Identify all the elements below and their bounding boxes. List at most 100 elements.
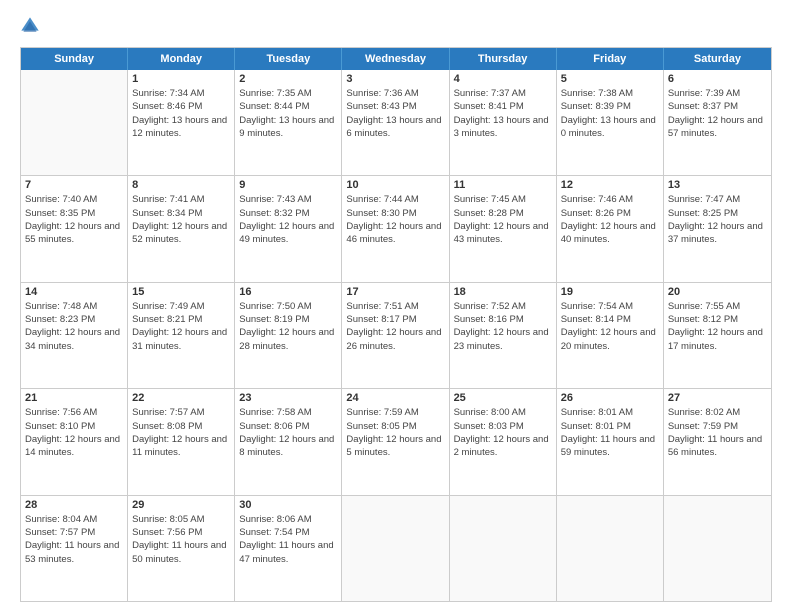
sunset-text: Sunset: 8:10 PM xyxy=(25,421,95,432)
day-number: 25 xyxy=(454,392,552,404)
day-cell-13: 13Sunrise: 7:47 AMSunset: 8:25 PMDayligh… xyxy=(664,176,771,281)
calendar-row-0: 1Sunrise: 7:34 AMSunset: 8:46 PMDaylight… xyxy=(21,70,771,175)
sunset-text: Sunset: 8:08 PM xyxy=(132,421,202,432)
calendar-header: SundayMondayTuesdayWednesdayThursdayFrid… xyxy=(21,48,771,70)
day-info: Sunrise: 7:54 AM Sunset: 8:14 PM Daylight:… xyxy=(561,300,659,353)
day-info: Sunrise: 8:04 AMSunset: 7:57 PMDaylight:… xyxy=(25,513,123,566)
sunrise-text: Sunrise: 7:40 AM xyxy=(25,194,97,205)
day-info: Sunrise: 7:56 AM Sunset: 8:10 PM Daylight:… xyxy=(25,406,123,459)
page: SundayMondayTuesdayWednesdayThursdayFrid… xyxy=(0,0,792,612)
day-cell-17: 17Sunrise: 7:51 AMSunset: 8:17 PMDayligh… xyxy=(342,283,449,388)
sunrise-text: Sunrise: 7:46 AM xyxy=(561,194,633,205)
sunrise-text: Sunrise: 8:02 AM xyxy=(668,407,740,418)
sunset-text: Sunset: 8:28 PM xyxy=(454,208,524,219)
sunrise-text: Sunrise: 7:50 AM xyxy=(239,301,311,312)
sunrise-text: Sunrise: 8:05 AM xyxy=(132,514,204,525)
daylight-text: Daylight: 13 hours and 6 minutes. xyxy=(346,115,441,139)
day-cell-24: 24 Sunrise: 7:59 AMSunset: 8:05 PMDayligh… xyxy=(342,389,449,494)
day-number: 17 xyxy=(346,286,444,298)
day-cell-16: 16Sunrise: 7:50 AMSunset: 8:19 PMDayligh… xyxy=(235,283,342,388)
day-number: 24 xyxy=(346,392,444,404)
sunset-text: Sunset: 8:34 PM xyxy=(132,208,202,219)
daylight-text: Daylight: 12 hours and 34 minutes. xyxy=(25,327,120,351)
day-number: 15 xyxy=(132,286,230,298)
day-number: 23 xyxy=(239,392,337,404)
day-info: Sunrise: 7:57 AMSunset: 8:08 PMDaylight:… xyxy=(132,406,230,459)
sunset-text: Sunset: 7:59 PM xyxy=(668,421,738,432)
daylight-text: Daylight: 12 hours and 26 minutes. xyxy=(346,327,441,351)
sunset-text: Sunset: 7:54 PM xyxy=(239,527,309,538)
day-cell-5: 5 Sunrise: 7:38 AM Sunset: 8:39 PM Daylight… xyxy=(557,70,664,175)
daylight-text: Daylight: 13 hours and 0 minutes. xyxy=(561,115,656,139)
sunrise-text: Sunrise: 7:38 AM xyxy=(561,88,633,99)
daylight-text: Daylight: 12 hours and 11 minutes. xyxy=(132,434,227,458)
day-cell-12: 12Sunrise: 7:46 AMSunset: 8:26 PMDayligh… xyxy=(557,176,664,281)
day-cell-14: 14Sunrise: 7:48 AMSunset: 8:23 PMDayligh… xyxy=(21,283,128,388)
day-number: 8 xyxy=(132,179,230,191)
day-info: Sunrise: 7:35 AMSunset: 8:44 PMDaylight:… xyxy=(239,87,337,140)
day-info: Sunrise: 7:36 AMSunset: 8:43 PMDaylight:… xyxy=(346,87,444,140)
daylight-text: Daylight: 12 hours and 17 minutes. xyxy=(668,327,763,351)
day-info: Sunrise: 7:41 AMSunset: 8:34 PMDaylight:… xyxy=(132,193,230,246)
header-day-wednesday: Wednesday xyxy=(342,48,449,70)
day-info: Sunrise: 7:59 AMSunset: 8:05 PMDaylight:… xyxy=(346,406,444,459)
daylight-text: Daylight: 12 hours and 2 minutes. xyxy=(454,434,549,458)
sunrise-text: Sunrise: 7:44 AM xyxy=(346,194,418,205)
sunrise-text: Sunrise: 7:52 AM xyxy=(454,301,526,312)
day-cell-3: 3Sunrise: 7:36 AMSunset: 8:43 PMDaylight… xyxy=(342,70,449,175)
header xyxy=(20,16,772,39)
calendar: SundayMondayTuesdayWednesdayThursdayFrid… xyxy=(20,47,772,602)
day-info: Sunrise: 7:40 AMSunset: 8:35 PMDaylight:… xyxy=(25,193,123,246)
daylight-text: Daylight: 12 hours and 37 minutes. xyxy=(668,221,763,245)
sunset-text: Sunset: 8:14 PM xyxy=(561,314,631,325)
day-number: 26 xyxy=(561,392,659,404)
sunset-text: Sunset: 8:26 PM xyxy=(561,208,631,219)
daylight-text: Daylight: 12 hours and 57 minutes. xyxy=(668,115,763,139)
header-day-tuesday: Tuesday xyxy=(235,48,342,70)
day-number: 2 xyxy=(239,73,337,85)
calendar-row-2: 14Sunrise: 7:48 AMSunset: 8:23 PMDayligh… xyxy=(21,282,771,388)
day-info: Sunrise: 8:00 AMSunset: 8:03 PMDaylight:… xyxy=(454,406,552,459)
sunrise-text: Sunrise: 7:54 AM xyxy=(561,301,633,312)
daylight-text: Daylight: 11 hours and 47 minutes. xyxy=(239,540,333,564)
calendar-row-4: 28 Sunrise: 8:04 AMSunset: 7:57 PMDayligh… xyxy=(21,495,771,601)
calendar-row-3: 21Sunrise: 7:56 AMSunset: 8:10 PMDayligh… xyxy=(21,388,771,494)
sunset-text: Sunset: 8:39 PM xyxy=(561,101,631,112)
day-number: 5 xyxy=(561,73,659,85)
daylight-text: Daylight: 11 hours and 59 minutes. xyxy=(561,434,655,458)
day-info: Sunrise: 7:45 AMSunset: 8:28 PMDaylight:… xyxy=(454,193,552,246)
sunrise-text: Sunrise: 7:36 AM xyxy=(346,88,418,99)
daylight-text: Daylight: 12 hours and 14 minutes. xyxy=(25,434,120,458)
header-day-monday: Monday xyxy=(128,48,235,70)
day-info: Sunrise: 7:46 AMSunset: 8:26 PMDaylight:… xyxy=(561,193,659,246)
day-info: Sunrise: 7:47 AMSunset: 8:25 PMDaylight:… xyxy=(668,193,767,246)
sunrise-text: Sunrise: 8:04 AM xyxy=(25,514,97,525)
sunrise-text: Sunrise: 7:56 AM xyxy=(25,407,97,418)
day-cell-29: 29Sunrise: 8:05 AMSunset: 7:56 PMDayligh… xyxy=(128,496,235,601)
day-number: 30 xyxy=(239,499,337,511)
day-number: 20 xyxy=(668,286,767,298)
day-number: 28 xyxy=(25,499,123,511)
sunset-text: Sunset: 8:30 PM xyxy=(346,208,416,219)
daylight-text: Daylight: 12 hours and 20 minutes. xyxy=(561,327,656,351)
day-cell-25: 25 Sunrise: 8:00 AMSunset: 8:03 PMDayligh… xyxy=(450,389,557,494)
day-cell-1: 1Sunrise: 7:34 AMSunset: 8:46 PMDaylight… xyxy=(128,70,235,175)
sunset-text: Sunset: 8:12 PM xyxy=(668,314,738,325)
day-number: 29 xyxy=(132,499,230,511)
day-cell-7: 7Sunrise: 7:40 AMSunset: 8:35 PMDaylight… xyxy=(21,176,128,281)
sunset-text: Sunset: 8:05 PM xyxy=(346,421,416,432)
day-info: Sunrise: 7:37 AMSunset: 8:41 PMDaylight:… xyxy=(454,87,552,140)
calendar-row-1: 7Sunrise: 7:40 AMSunset: 8:35 PMDaylight… xyxy=(21,175,771,281)
day-cell-10: 10Sunrise: 7:44 AMSunset: 8:30 PMDayligh… xyxy=(342,176,449,281)
day-cell-28: 28 Sunrise: 8:04 AMSunset: 7:57 PMDayligh… xyxy=(21,496,128,601)
daylight-text: Daylight: 12 hours and 28 minutes. xyxy=(239,327,334,351)
daylight-text: Daylight: 13 hours and 9 minutes. xyxy=(239,115,334,139)
sunrise-text: Sunrise: 7:39 AM xyxy=(668,88,740,99)
day-cell-2: 2 Sunrise: 7:35 AMSunset: 8:44 PMDaylight… xyxy=(235,70,342,175)
sunset-text: Sunset: 8:21 PM xyxy=(132,314,202,325)
logo xyxy=(20,16,44,39)
day-info: Sunrise: 7:50 AM Sunset: 8:19 PM Daylight:… xyxy=(239,300,337,353)
day-info: Sunrise: 7:39 AMSunset: 8:37 PMDaylight:… xyxy=(668,87,767,140)
sunset-text: Sunset: 8:44 PM xyxy=(239,101,309,112)
sunset-text: Sunset: 8:19 PM xyxy=(239,314,309,325)
